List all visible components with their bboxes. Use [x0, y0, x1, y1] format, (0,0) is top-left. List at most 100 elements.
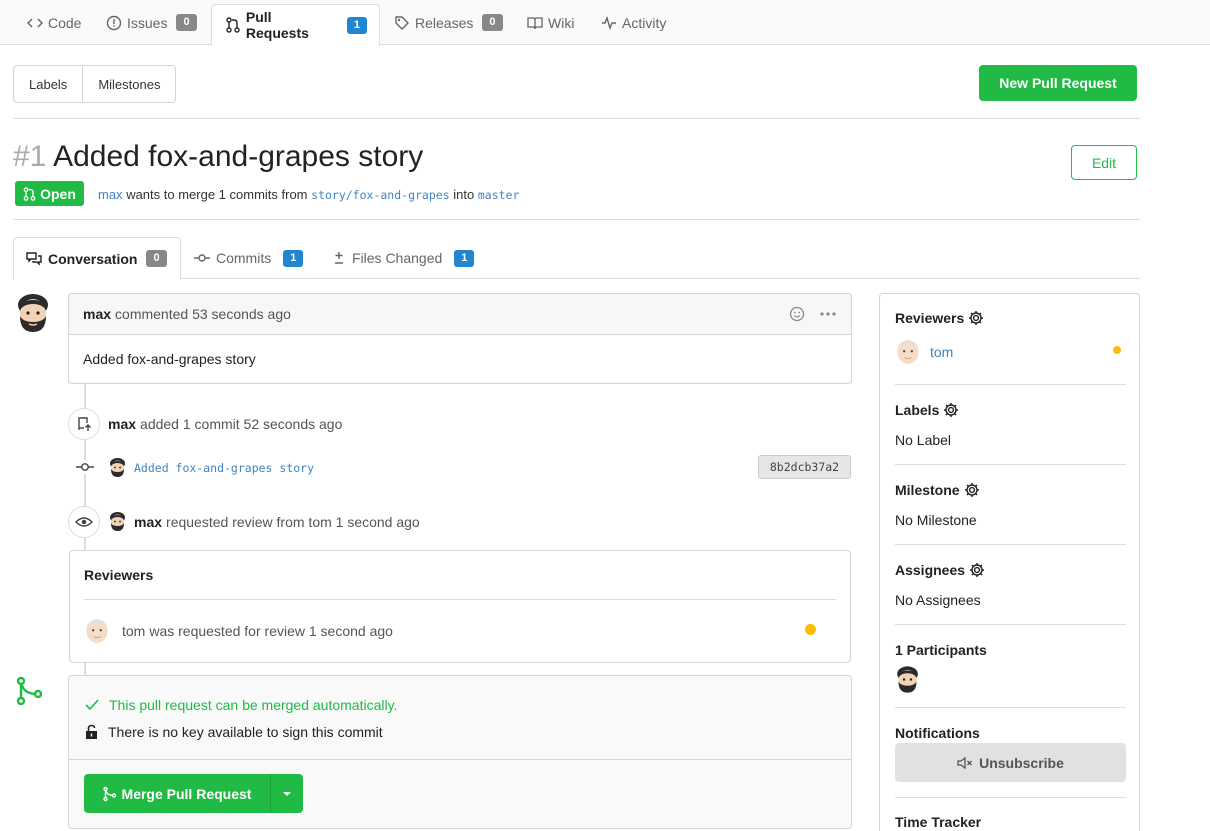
tab-files-changed[interactable]: Files Changed 1: [333, 237, 475, 279]
merge-box: This pull request can be merged automati…: [68, 675, 852, 829]
tab-commits[interactable]: Commits 1: [194, 237, 304, 279]
check-icon: [85, 699, 99, 711]
tab-code-label: Code: [48, 14, 82, 31]
merge-pull-request-button[interactable]: Merge Pull Request: [84, 774, 270, 813]
sidebar-time-tracker-title: Time Tracker: [895, 814, 982, 830]
tab-issues[interactable]: Issues 0: [105, 0, 197, 45]
signing-status-text: There is no key available to sign this c…: [108, 724, 383, 740]
unsubscribe-label: Unsubscribe: [979, 754, 1064, 771]
issues-count-badge: 0: [176, 14, 197, 31]
sidebar-participants: 1 Participants: [895, 642, 1126, 697]
status-badge: Open: [15, 181, 84, 206]
sidebar-labels-value: No Label: [895, 432, 952, 448]
status-badge-label: Open: [40, 185, 76, 202]
comment-author[interactable]: max: [83, 306, 111, 322]
tab-issues-label: Issues: [127, 14, 168, 31]
avatar[interactable]: [108, 511, 127, 535]
tab-pull-requests[interactable]: Pull Requests 1: [211, 4, 380, 46]
commit-event-user[interactable]: max: [108, 416, 136, 432]
commit-message-link[interactable]: Added fox-and-grapes story: [134, 461, 314, 475]
tab-activity[interactable]: Activity: [600, 0, 666, 45]
sidebar-reviewer-name[interactable]: tom: [930, 344, 953, 360]
divider: [84, 599, 836, 600]
avatar[interactable]: [895, 665, 1126, 697]
reviewers-box: Reviewers tom was requested for review 1…: [69, 550, 851, 663]
more-options-icon[interactable]: [819, 311, 837, 317]
tab-wiki-label: Wiki: [548, 14, 575, 31]
commit-event-text: added 1 commit 52 seconds ago: [140, 416, 343, 432]
merge-options-dropdown[interactable]: [270, 774, 303, 813]
files-changed-count-badge: 1: [454, 249, 475, 267]
divider: [895, 384, 1126, 385]
commit-sha-button[interactable]: 8b2dcb37a2: [758, 455, 851, 479]
sidebar-labels-title: Labels: [895, 402, 940, 418]
merge-icon: [102, 786, 116, 801]
review-event-text: requested review from tom 1 second ago: [166, 514, 420, 530]
comment: max commented 53 seconds ago Added fox-a…: [68, 293, 852, 384]
edit-button[interactable]: Edit: [1071, 145, 1137, 180]
avatar[interactable]: [84, 617, 110, 645]
tab-conversation[interactable]: Conversation 0: [13, 237, 181, 280]
tab-commits-label: Commits: [216, 250, 272, 266]
labels-button[interactable]: Labels: [14, 66, 82, 102]
diff-icon: [335, 252, 343, 264]
comment-body: Added fox-and-grapes story: [83, 351, 256, 367]
mute-icon: [957, 756, 973, 769]
caret-down-icon: [283, 791, 291, 796]
avatar[interactable]: [15, 292, 51, 337]
new-pull-request-button[interactable]: New Pull Request: [979, 65, 1137, 101]
pull-request-icon: [224, 17, 242, 33]
sidebar-milestone-value: No Milestone: [895, 512, 977, 528]
avatar[interactable]: [895, 338, 921, 366]
gear-icon[interactable]: [964, 482, 980, 498]
reviewer-status-text: was requested for review 1 second ago: [149, 623, 393, 639]
review-event-user[interactable]: max: [134, 514, 162, 530]
avatar[interactable]: [108, 457, 127, 481]
emoji-reaction-icon[interactable]: [789, 306, 805, 322]
divider: [895, 624, 1126, 625]
reviewer-name[interactable]: tom: [122, 623, 145, 639]
pr-tabs: Conversation 0 Commits 1 Files Changed 1: [13, 237, 1140, 280]
divider: [895, 797, 1126, 798]
merge-status-text: This pull request can be merged automati…: [109, 697, 398, 713]
tag-icon: [393, 15, 411, 31]
book-icon: [526, 16, 544, 30]
divider: [13, 219, 1140, 220]
page-title: #1 Added fox-and-grapes story: [13, 140, 423, 174]
tab-releases-label: Releases: [415, 14, 474, 31]
unsubscribe-button[interactable]: Unsubscribe: [895, 743, 1126, 782]
base-branch-link[interactable]: master: [478, 188, 520, 202]
gear-icon[interactable]: [943, 402, 959, 418]
merge-text-2: into: [453, 187, 475, 202]
divider: [895, 464, 1126, 465]
sidebar-participants-title: 1 Participants: [895, 642, 987, 658]
gear-icon[interactable]: [968, 310, 984, 326]
tab-conversation-label: Conversation: [48, 250, 138, 267]
sidebar-assignees: Assignees No Assignees: [895, 562, 1126, 608]
tab-wiki[interactable]: Wiki: [526, 0, 574, 45]
gear-icon[interactable]: [969, 562, 985, 578]
reviewer-row: tom was requested for review 1 second ag…: [84, 617, 393, 645]
comment-discussion-icon: [26, 251, 42, 266]
repo-nav: Code Issues 0 Pull Requests 1 Releases 0…: [0, 0, 1210, 46]
milestones-button[interactable]: Milestones: [82, 66, 175, 102]
pending-status-dot: [1113, 346, 1121, 354]
divider: [895, 544, 1126, 545]
author-link[interactable]: max: [98, 187, 123, 202]
commit-icon: [194, 254, 210, 262]
tab-code[interactable]: Code: [26, 0, 81, 45]
tab-activity-label: Activity: [622, 14, 667, 31]
releases-count-badge: 0: [482, 14, 503, 31]
sidebar-reviewers-title: Reviewers: [895, 310, 965, 326]
pull-requests-count-badge: 1: [346, 16, 367, 34]
pr-title: Added fox-and-grapes story: [53, 140, 424, 173]
head-branch-link[interactable]: story/fox-and-grapes: [311, 188, 449, 202]
tab-files-changed-label: Files Changed: [352, 250, 443, 266]
tab-releases[interactable]: Releases 0: [393, 0, 503, 45]
sidebar-notifications: Notifications: [895, 725, 1126, 741]
merge-status: This pull request can be merged automati…: [85, 697, 397, 713]
commit-event: max added 1 commit 52 seconds ago: [108, 416, 342, 432]
sidebar-notifications-title: Notifications: [895, 725, 980, 741]
sidebar-time-tracker: Time Tracker: [895, 814, 1126, 830]
divider: [895, 707, 1126, 708]
